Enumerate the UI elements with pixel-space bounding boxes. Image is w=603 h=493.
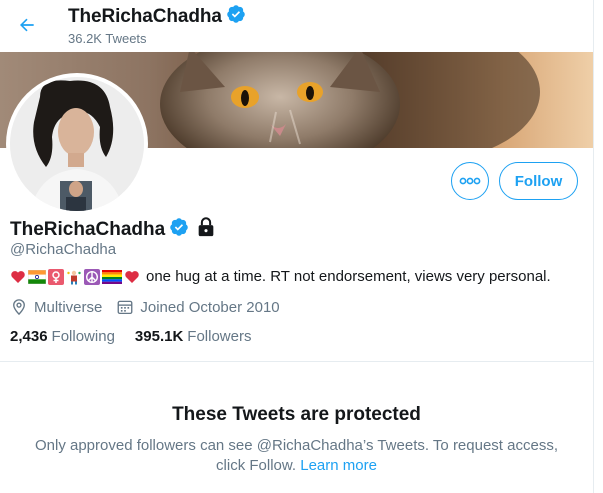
location-item: Multiverse bbox=[10, 298, 102, 316]
profile-header: TheRichaChadha 36.2K Tweets bbox=[0, 0, 603, 52]
rainbow-flag-icon bbox=[102, 269, 122, 284]
calendar-icon bbox=[117, 300, 133, 315]
profile-stats: 2,436 Following 395.1K Followers bbox=[10, 328, 271, 345]
following-count: 2,436 bbox=[10, 328, 48, 345]
page-scroll-edge bbox=[593, 0, 603, 493]
female-sign-icon bbox=[48, 268, 64, 285]
profile-handle: @RichaChadha bbox=[10, 241, 117, 258]
more-horizontal-icon bbox=[459, 177, 481, 185]
red-heart-icon bbox=[125, 270, 139, 283]
profile-bio: one hug at a time. RT not endorsement, v… bbox=[10, 268, 551, 285]
joined-text: Joined October 2010 bbox=[140, 298, 280, 316]
header-display-name: TheRichaChadha bbox=[68, 5, 222, 27]
learn-more-link[interactable]: Learn more bbox=[300, 457, 377, 474]
profile-display-name: TheRichaChadha bbox=[10, 218, 166, 240]
following-stat[interactable]: 2,436 Following bbox=[10, 328, 115, 345]
bio-text: one hug at a time. RT not endorsement, v… bbox=[146, 268, 551, 285]
followers-count: 395.1K bbox=[134, 328, 184, 345]
joined-item: Joined October 2010 bbox=[116, 298, 280, 316]
section-divider bbox=[0, 361, 593, 362]
tweet-count: 36.2K Tweets bbox=[68, 31, 147, 46]
juggler-icon bbox=[66, 268, 82, 285]
follow-button[interactable]: Follow bbox=[499, 162, 578, 200]
protected-title: These Tweets are protected bbox=[172, 404, 421, 425]
avatar-image bbox=[10, 77, 144, 211]
back-arrow-icon bbox=[20, 18, 34, 32]
location-pin-icon bbox=[13, 299, 25, 316]
profile-meta: Multiverse Joined October 2010 bbox=[10, 298, 294, 316]
red-heart-icon bbox=[11, 270, 25, 283]
avatar[interactable] bbox=[6, 73, 148, 215]
verified-badge-icon bbox=[169, 217, 189, 242]
peace-symbol-icon bbox=[84, 268, 100, 285]
profile-name-row: TheRichaChadha bbox=[10, 216, 217, 243]
back-button[interactable] bbox=[10, 8, 44, 42]
protected-message: Only approved followers can see @RichaCh… bbox=[20, 436, 573, 476]
more-options-button[interactable] bbox=[451, 162, 489, 200]
protected-lock-icon bbox=[195, 216, 217, 243]
followers-stat[interactable]: 395.1K Followers bbox=[135, 328, 252, 345]
verified-badge-icon bbox=[226, 4, 246, 29]
india-flag-icon bbox=[28, 269, 46, 284]
followers-label: Followers bbox=[187, 328, 252, 345]
following-label: Following bbox=[51, 328, 115, 345]
bio-emoji-strip bbox=[10, 268, 140, 285]
location-text: Multiverse bbox=[34, 298, 103, 316]
protected-body-text: Only approved followers can see @RichaCh… bbox=[34, 437, 558, 474]
header-title-row: TheRichaChadha bbox=[68, 4, 246, 29]
